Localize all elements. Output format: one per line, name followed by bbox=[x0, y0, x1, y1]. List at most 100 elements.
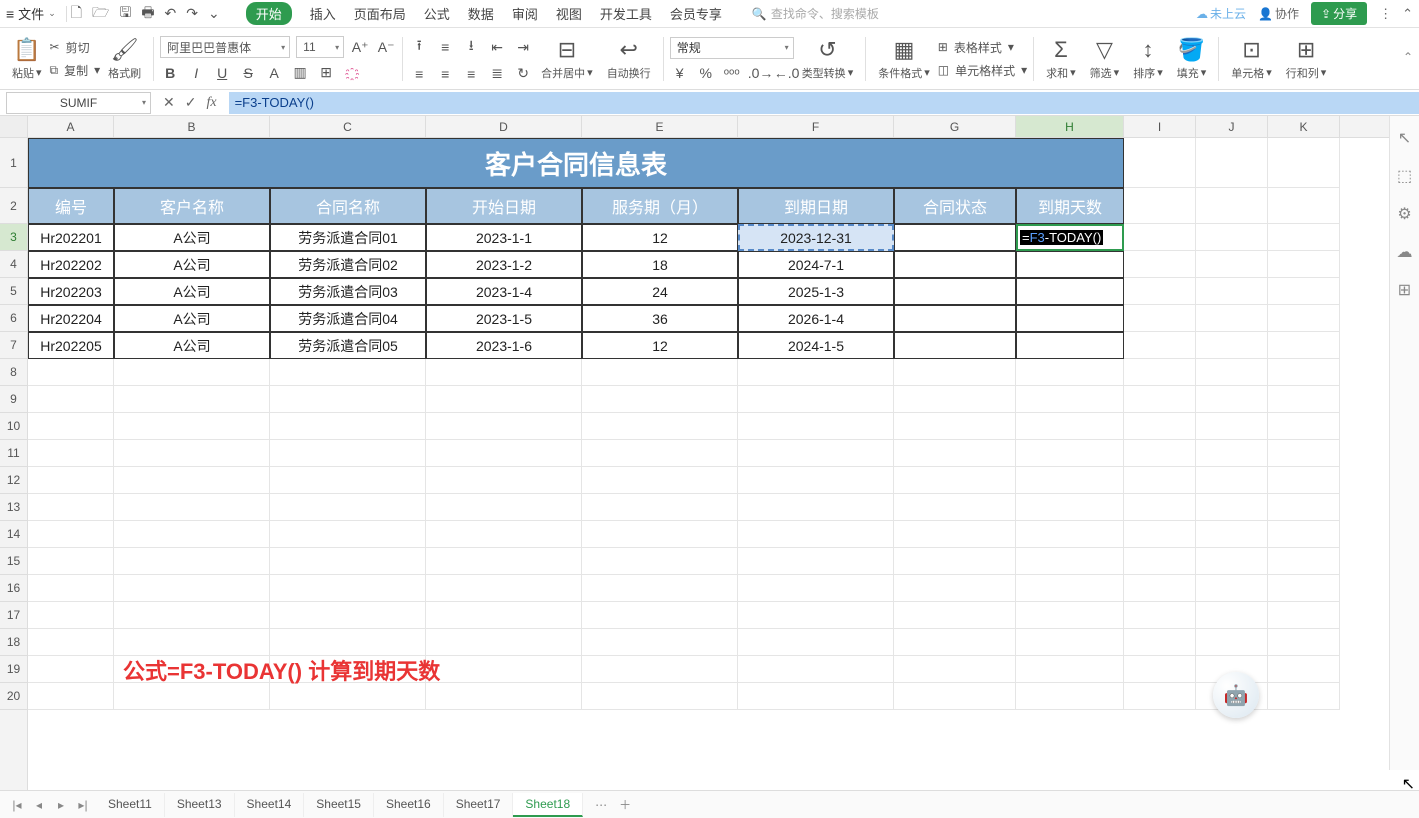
table-cell[interactable]: 劳务派遣合同04 bbox=[270, 305, 426, 332]
cells-area[interactable]: 客户合同信息表编号客户名称合同名称开始日期服务期（月）到期日期合同状态到期天数H… bbox=[28, 138, 1419, 710]
cell[interactable] bbox=[1124, 494, 1196, 521]
cell[interactable] bbox=[738, 575, 894, 602]
table-cell[interactable]: 劳务派遣合同03 bbox=[270, 278, 426, 305]
tab-formula[interactable]: 公式 bbox=[424, 4, 450, 23]
cell[interactable] bbox=[582, 602, 738, 629]
cell[interactable] bbox=[1124, 386, 1196, 413]
cell[interactable] bbox=[1196, 386, 1268, 413]
cell[interactable] bbox=[1124, 629, 1196, 656]
name-box[interactable]: SUMIF▾ bbox=[6, 92, 151, 114]
cell[interactable] bbox=[738, 386, 894, 413]
table-cell[interactable]: 12 bbox=[582, 332, 738, 359]
cell[interactable] bbox=[1268, 278, 1340, 305]
tab-start[interactable]: 开始 bbox=[246, 2, 292, 25]
cell[interactable] bbox=[114, 548, 270, 575]
table-cell[interactable]: 36 bbox=[582, 305, 738, 332]
cell[interactable] bbox=[582, 683, 738, 710]
table-header[interactable]: 编号 bbox=[28, 188, 114, 224]
cell[interactable] bbox=[582, 656, 738, 683]
cell[interactable] bbox=[894, 494, 1016, 521]
first-sheet-icon[interactable]: |◂ bbox=[8, 798, 26, 812]
cloud-status[interactable]: ☁未上云 bbox=[1196, 5, 1246, 22]
align-top-icon[interactable]: ⭱ bbox=[409, 35, 429, 59]
command-search[interactable]: 🔍 查找命令、搜索模板 bbox=[752, 5, 879, 22]
file-menu[interactable]: 文件 bbox=[18, 4, 44, 23]
table-cell[interactable]: 2025-1-3 bbox=[738, 278, 894, 305]
sort-button[interactable]: ↕排序▾ bbox=[1127, 31, 1169, 87]
row-header-16[interactable]: 16 bbox=[0, 575, 27, 602]
cell[interactable] bbox=[894, 413, 1016, 440]
cell[interactable] bbox=[894, 629, 1016, 656]
cell[interactable] bbox=[1124, 521, 1196, 548]
table-cell[interactable] bbox=[894, 332, 1016, 359]
table-cell[interactable]: A公司 bbox=[114, 251, 270, 278]
row-header-12[interactable]: 12 bbox=[0, 467, 27, 494]
cell[interactable] bbox=[1196, 413, 1268, 440]
row-header-9[interactable]: 9 bbox=[0, 386, 27, 413]
cell[interactable] bbox=[738, 521, 894, 548]
cell[interactable] bbox=[114, 575, 270, 602]
tools-icon[interactable]: ⊞ bbox=[1398, 280, 1411, 300]
undo-icon[interactable]: ↶ bbox=[165, 5, 177, 22]
cell[interactable] bbox=[28, 656, 114, 683]
cell[interactable] bbox=[28, 386, 114, 413]
col-header-D[interactable]: D bbox=[426, 116, 582, 137]
cell[interactable] bbox=[1268, 656, 1340, 683]
rowcol-button[interactable]: ⊞行和列▾ bbox=[1280, 31, 1333, 87]
table-cell[interactable]: 2024-7-1 bbox=[738, 251, 894, 278]
table-cell[interactable] bbox=[894, 278, 1016, 305]
row-header-14[interactable]: 14 bbox=[0, 521, 27, 548]
cell[interactable] bbox=[270, 359, 426, 386]
table-cell[interactable]: 2023-1-6 bbox=[426, 332, 582, 359]
table-cell[interactable]: 劳务派遣合同02 bbox=[270, 251, 426, 278]
cut-button[interactable]: ✂剪切 bbox=[50, 39, 101, 56]
table-header[interactable]: 客户名称 bbox=[114, 188, 270, 224]
align-middle-icon[interactable]: ≡ bbox=[435, 39, 455, 55]
cell[interactable] bbox=[426, 521, 582, 548]
select-icon[interactable]: ⬚ bbox=[1397, 166, 1412, 186]
cell[interactable] bbox=[114, 521, 270, 548]
cell[interactable] bbox=[1196, 138, 1268, 188]
cell[interactable] bbox=[1196, 359, 1268, 386]
currency-icon[interactable]: ¥ bbox=[670, 65, 690, 81]
table-cell[interactable]: A公司 bbox=[114, 278, 270, 305]
font-size-select[interactable]: 11▾ bbox=[296, 36, 344, 58]
cell[interactable] bbox=[270, 521, 426, 548]
cell[interactable] bbox=[582, 440, 738, 467]
cell[interactable] bbox=[738, 494, 894, 521]
col-header-G[interactable]: G bbox=[894, 116, 1016, 137]
cell[interactable] bbox=[1124, 224, 1196, 251]
cell[interactable] bbox=[270, 683, 426, 710]
cell[interactable] bbox=[270, 386, 426, 413]
format-painter[interactable]: 🖌 格式刷 bbox=[102, 31, 147, 87]
cell[interactable] bbox=[1016, 602, 1124, 629]
cell[interactable] bbox=[1196, 278, 1268, 305]
cell[interactable] bbox=[894, 521, 1016, 548]
cell[interactable] bbox=[426, 683, 582, 710]
percent-icon[interactable]: % bbox=[696, 65, 716, 81]
table-cell[interactable] bbox=[1016, 305, 1124, 332]
row-header-15[interactable]: 15 bbox=[0, 548, 27, 575]
table-cell[interactable]: 2023-1-1 bbox=[426, 224, 582, 251]
cell[interactable] bbox=[426, 656, 582, 683]
cell[interactable] bbox=[1196, 251, 1268, 278]
cell[interactable] bbox=[1196, 521, 1268, 548]
row-header-19[interactable]: 19 bbox=[0, 656, 27, 683]
table-cell[interactable]: A公司 bbox=[114, 224, 270, 251]
table-cell[interactable]: Hr202203 bbox=[28, 278, 114, 305]
cell[interactable] bbox=[1016, 521, 1124, 548]
table-header[interactable]: 到期日期 bbox=[738, 188, 894, 224]
cell[interactable] bbox=[114, 467, 270, 494]
cell[interactable] bbox=[426, 494, 582, 521]
cell[interactable] bbox=[1268, 602, 1340, 629]
cell[interactable] bbox=[1196, 548, 1268, 575]
cell[interactable] bbox=[1124, 440, 1196, 467]
cell[interactable] bbox=[582, 386, 738, 413]
cell[interactable] bbox=[114, 602, 270, 629]
number-format-select[interactable]: 常规▾ bbox=[670, 37, 794, 59]
cell[interactable] bbox=[114, 413, 270, 440]
cell[interactable] bbox=[582, 629, 738, 656]
cell[interactable] bbox=[1016, 575, 1124, 602]
table-cell[interactable]: 18 bbox=[582, 251, 738, 278]
cell[interactable] bbox=[1268, 629, 1340, 656]
